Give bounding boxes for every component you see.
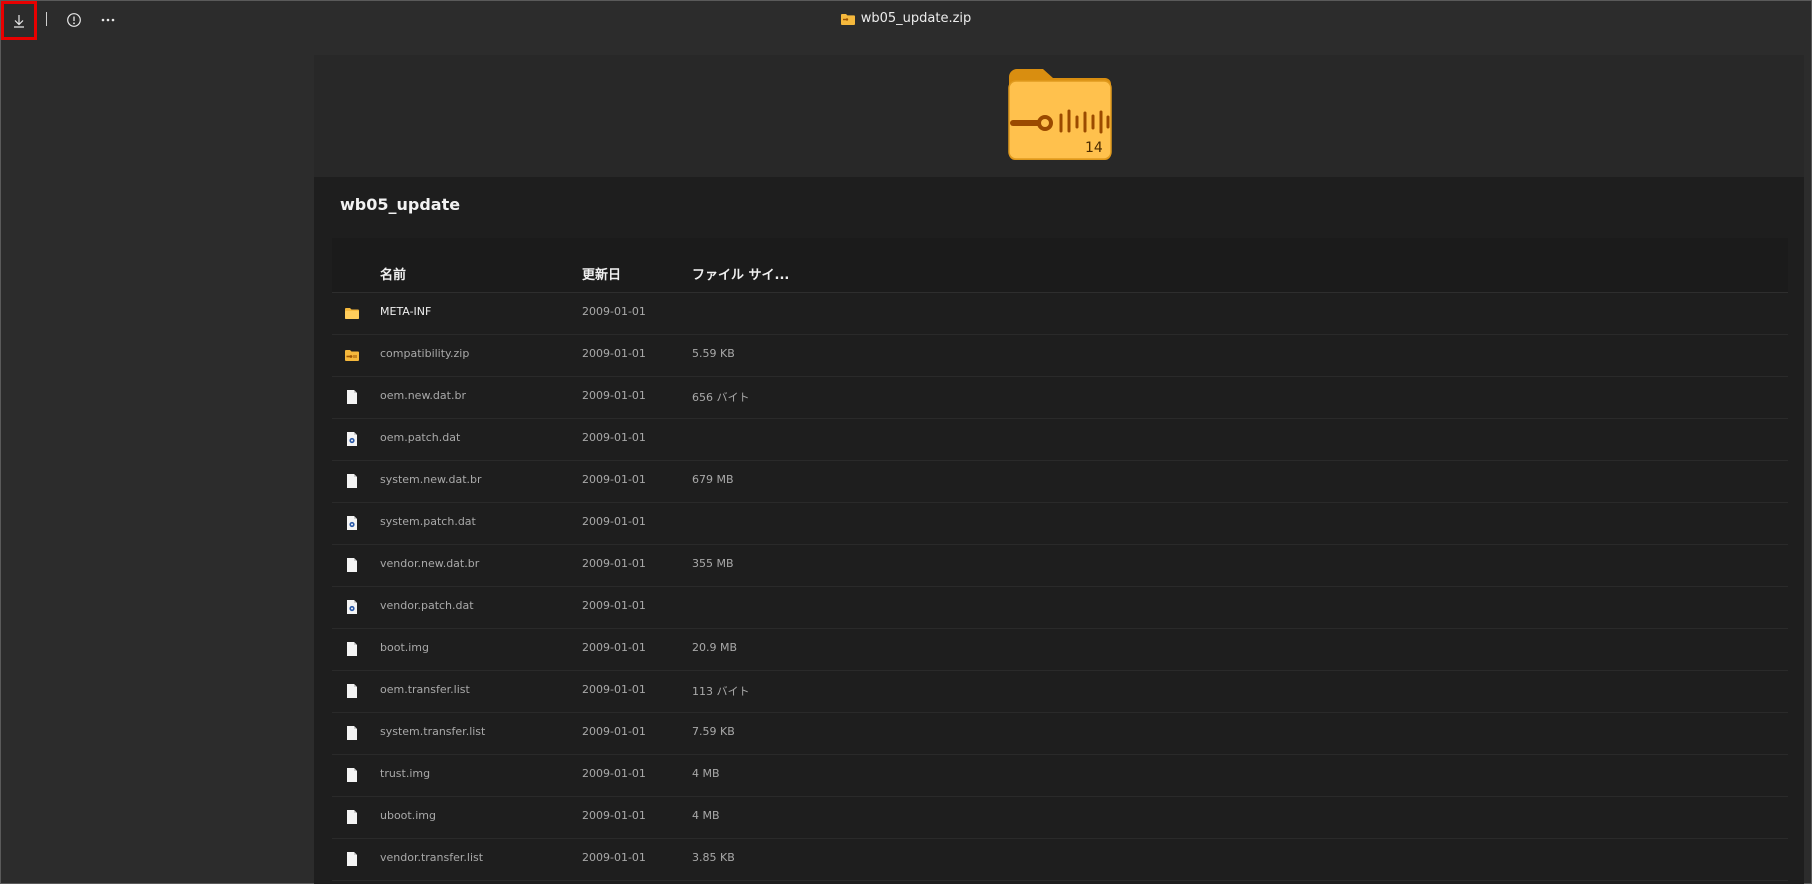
- file-icon: [347, 474, 357, 488]
- window-title-text: wb05_update.zip: [860, 11, 972, 26]
- file-icon: [347, 726, 357, 740]
- cell-name: boot.img: [380, 641, 430, 654]
- file-icon: [347, 390, 357, 404]
- table-body: META-INF 2009-01-01 compatibility.zip 2009-…: [332, 293, 1788, 881]
- item-count: 14: [1085, 140, 1103, 156]
- table-row[interactable]: oem.patch.dat 2009-01-01: [332, 419, 1788, 461]
- archive-header: 14: [314, 55, 1804, 177]
- table-row[interactable]: vendor.transfer.list 2009-01-01 3.85 KB: [332, 839, 1788, 881]
- cell-name: system.patch.dat: [380, 515, 476, 528]
- cell-name: oem.new.dat.br: [380, 389, 466, 402]
- cell-size: 355 MB: [692, 557, 734, 570]
- table-row[interactable]: boot.img 2009-01-01 20.9 MB: [332, 629, 1788, 671]
- table-row[interactable]: oem.new.dat.br 2009-01-01 656 バイト: [332, 377, 1788, 419]
- column-size-header[interactable]: ファイル サイ...: [692, 264, 789, 283]
- cell-name: trust.img: [380, 767, 431, 780]
- zip-icon: [840, 13, 855, 25]
- settings-file-icon: [347, 432, 357, 446]
- cell-name: system.transfer.list: [380, 725, 486, 738]
- cell-size: 113 バイト: [692, 685, 750, 698]
- toolbar: wb05_update.zip: [0, 0, 1812, 42]
- cell-date: 2009-01-01: [582, 767, 646, 780]
- cell-name: META-INF: [380, 305, 432, 318]
- cell-name: vendor.transfer.list: [380, 851, 484, 864]
- table-row[interactable]: system.patch.dat 2009-01-01: [332, 503, 1788, 545]
- cell-date: 2009-01-01: [582, 557, 646, 570]
- cell-size: 4 MB: [692, 809, 720, 822]
- settings-file-icon: [347, 516, 357, 530]
- table-header: 名前 更新日 ファイル サイ...: [332, 238, 1788, 293]
- cell-name: system.new.dat.br: [380, 473, 482, 486]
- cell-date: 2009-01-01: [582, 473, 646, 486]
- folder-icon: [345, 308, 359, 319]
- cell-date: 2009-01-01: [582, 851, 646, 864]
- cell-name: vendor.new.dat.br: [380, 557, 480, 570]
- cell-size: 20.9 MB: [692, 641, 738, 654]
- settings-file-icon: [347, 600, 357, 614]
- table-row[interactable]: vendor.patch.dat 2009-01-01: [332, 587, 1788, 629]
- cell-date: 2009-01-01: [582, 305, 646, 318]
- column-name-header[interactable]: 名前: [380, 264, 406, 283]
- zip-icon: [345, 350, 359, 361]
- file-icon: [347, 642, 357, 656]
- cell-size: 7.59 KB: [692, 725, 735, 738]
- table-row[interactable]: compatibility.zip 2009-01-01 5.59 KB: [332, 335, 1788, 377]
- file-icon: [347, 684, 357, 698]
- cell-size: 4 MB: [692, 767, 720, 780]
- cell-name: oem.patch.dat: [380, 431, 461, 444]
- column-modified-header[interactable]: 更新日: [582, 264, 621, 283]
- cell-date: 2009-01-01: [582, 809, 646, 822]
- cell-date: 2009-01-01: [582, 515, 646, 528]
- cell-date: 2009-01-01: [582, 725, 646, 738]
- cell-name: oem.transfer.list: [380, 683, 470, 696]
- table-row[interactable]: trust.img 2009-01-01 4 MB: [332, 755, 1788, 797]
- cell-name: compatibility.zip: [380, 347, 470, 360]
- cell-name: uboot.img: [380, 809, 436, 822]
- table-row[interactable]: system.transfer.list 2009-01-01 7.59 KB: [332, 713, 1788, 755]
- file-icon: [347, 558, 357, 572]
- table-row[interactable]: uboot.img 2009-01-01 4 MB: [332, 797, 1788, 839]
- cell-date: 2009-01-01: [582, 389, 646, 402]
- cell-size: 656 バイト: [692, 391, 750, 404]
- cell-size: 5.59 KB: [692, 347, 735, 360]
- archive-panel: 14 wb05_update 名前 更新日 ファイル サイ... META-IN…: [314, 55, 1804, 884]
- table-row[interactable]: META-INF 2009-01-01: [332, 293, 1788, 335]
- zip-folder-icon: 14: [1008, 69, 1112, 160]
- cell-size: 679 MB: [692, 473, 734, 486]
- cell-date: 2009-01-01: [582, 641, 646, 654]
- cell-name: vendor.patch.dat: [380, 599, 474, 612]
- cell-date: 2009-01-01: [582, 683, 646, 696]
- file-icon: [347, 810, 357, 824]
- cell-date: 2009-01-01: [582, 431, 646, 444]
- file-list: 名前 更新日 ファイル サイ... META-INF 2009-01-01 comp…: [332, 238, 1788, 881]
- window-title: wb05_update.zip: [0, 11, 1812, 26]
- file-icon: [347, 852, 357, 866]
- cell-date: 2009-01-01: [582, 347, 646, 360]
- cell-date: 2009-01-01: [582, 599, 646, 612]
- file-icon: [347, 768, 357, 782]
- table-row[interactable]: vendor.new.dat.br 2009-01-01 355 MB: [332, 545, 1788, 587]
- cell-size: 3.85 KB: [692, 851, 735, 864]
- archive-name: wb05_update: [340, 195, 461, 214]
- table-row[interactable]: system.new.dat.br 2009-01-01 679 MB: [332, 461, 1788, 503]
- table-row[interactable]: oem.transfer.list 2009-01-01 113 バイト: [332, 671, 1788, 713]
